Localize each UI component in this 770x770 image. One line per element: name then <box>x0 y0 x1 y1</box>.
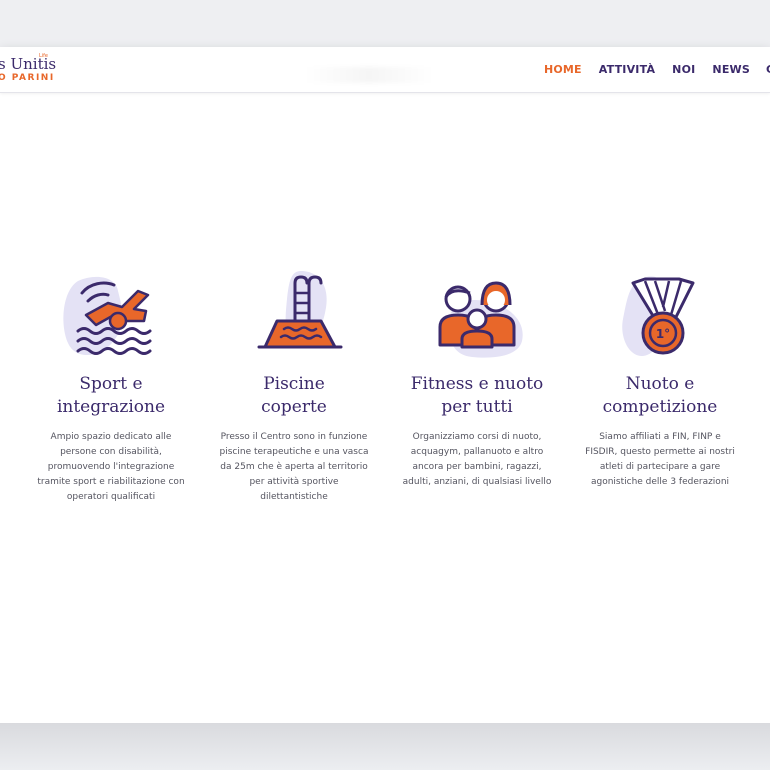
swimmer-icon <box>56 269 166 369</box>
nav-attivita[interactable]: ATTIVITÀ <box>599 63 655 76</box>
feature-title: Sport e integrazione <box>27 373 195 419</box>
main-nav: HOME ATTIVITÀ NOI NEWS C <box>527 47 770 92</box>
feature-title: Piscine coperte <box>210 373 378 419</box>
site-logo[interactable]: s Unitis Life O PARINI <box>0 53 60 89</box>
feature-card-piscine: Piscine coperte Presso il Centro sono in… <box>210 269 378 505</box>
feature-title-line: Sport e <box>79 374 143 394</box>
feature-description: Presso il Centro sono in funzione piscin… <box>219 432 369 502</box>
nav-contatti[interactable]: C <box>766 63 770 76</box>
nav-news[interactable]: NEWS <box>712 63 750 76</box>
feature-card-nuoto: 1° Nuoto e competizione Siamo affiliati … <box>576 269 744 490</box>
site-header: s Unitis Life O PARINI HOME ATTIVITÀ NOI… <box>0 47 770 93</box>
logo-subtitle: O PARINI <box>0 73 55 83</box>
feature-title-line: Piscine <box>263 374 325 394</box>
feature-title-line: integrazione <box>56 397 166 417</box>
nav-noi[interactable]: NOI <box>672 63 695 76</box>
feature-title-line: per tutti <box>441 397 513 417</box>
family-icon <box>422 269 532 369</box>
header-ghost <box>304 67 434 83</box>
feature-title-line: coperte <box>261 397 327 417</box>
feature-description: Ampio spazio dedicato alle persone con d… <box>37 432 185 502</box>
pool-icon <box>239 269 349 369</box>
feature-description: Siamo affiliati a FIN, FINP e FISDIR, qu… <box>585 432 735 487</box>
medal-icon: 1° <box>605 269 715 369</box>
feature-title-line: competizione <box>602 397 718 417</box>
feature-title-line: Fitness e nuoto <box>410 374 544 394</box>
nav-home[interactable]: HOME <box>544 63 582 76</box>
page-bottom-shade <box>0 723 770 770</box>
feature-title-line: Nuoto e <box>625 374 695 394</box>
feature-card-sport: Sport e integrazione Ampio spazio dedica… <box>27 269 195 505</box>
feature-title: Nuoto e competizione <box>576 373 744 419</box>
feature-description: Organizziamo corsi di nuoto, acquagym, p… <box>402 432 552 487</box>
browser-viewport: s Unitis Life O PARINI HOME ATTIVITÀ NOI… <box>0 47 770 723</box>
feature-card-fitness: Fitness e nuoto per tutti Organizziamo c… <box>393 269 561 490</box>
feature-title: Fitness e nuoto per tutti <box>393 373 561 419</box>
medal-label: 1° <box>656 327 670 341</box>
logo-superscript: Life <box>39 53 49 59</box>
